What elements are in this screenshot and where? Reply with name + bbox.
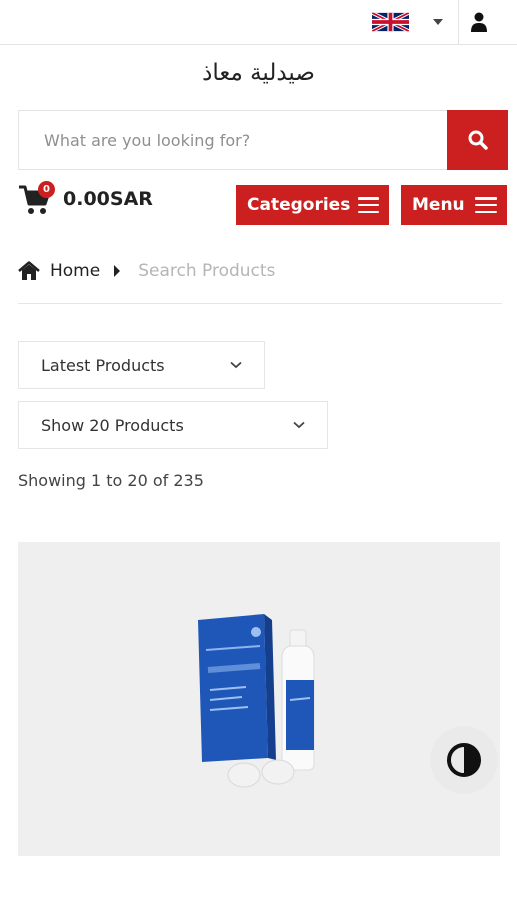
product-card[interactable]	[18, 542, 500, 856]
search-button[interactable]	[447, 110, 508, 170]
hamburger-icon	[358, 197, 379, 213]
divider	[458, 0, 459, 45]
chevron-down-icon	[293, 421, 305, 429]
user-icon[interactable]	[470, 12, 488, 32]
sort-select[interactable]: Latest Products	[18, 341, 265, 389]
product-image[interactable]	[186, 610, 336, 790]
divider	[18, 303, 502, 304]
menu-button[interactable]: Menu	[401, 185, 507, 225]
results-count: Showing 1 to 20 of 235	[18, 471, 204, 490]
categories-button[interactable]: Categories	[236, 185, 389, 225]
top-bar	[0, 0, 517, 45]
contrast-icon	[447, 743, 481, 777]
search-input[interactable]	[20, 112, 446, 168]
breadcrumb-current: Search Products	[138, 261, 276, 281]
menu-label: Menu	[412, 195, 465, 215]
page-size-select-value: Show 20 Products	[41, 415, 184, 435]
cart-total[interactable]: 0.00SAR	[63, 188, 153, 210]
hamburger-icon	[475, 197, 497, 213]
home-icon[interactable]	[18, 261, 40, 281]
breadcrumb: Home Search Products	[18, 258, 498, 284]
search-icon	[468, 130, 488, 150]
store-name[interactable]: صيدلية معاذ	[0, 60, 517, 86]
sort-select-value: Latest Products	[41, 355, 165, 375]
uk-flag-icon[interactable]	[372, 12, 409, 32]
search-bar	[18, 110, 508, 170]
caret-down-icon[interactable]	[433, 19, 443, 25]
categories-label: Categories	[247, 195, 351, 215]
contrast-toggle-button[interactable]	[430, 726, 498, 794]
chevron-right-icon	[114, 265, 121, 277]
page-size-select[interactable]: Show 20 Products	[18, 401, 328, 449]
breadcrumb-home[interactable]: Home	[50, 261, 100, 281]
chevron-down-icon	[230, 361, 242, 369]
cart-count-badge: 0	[38, 181, 55, 198]
